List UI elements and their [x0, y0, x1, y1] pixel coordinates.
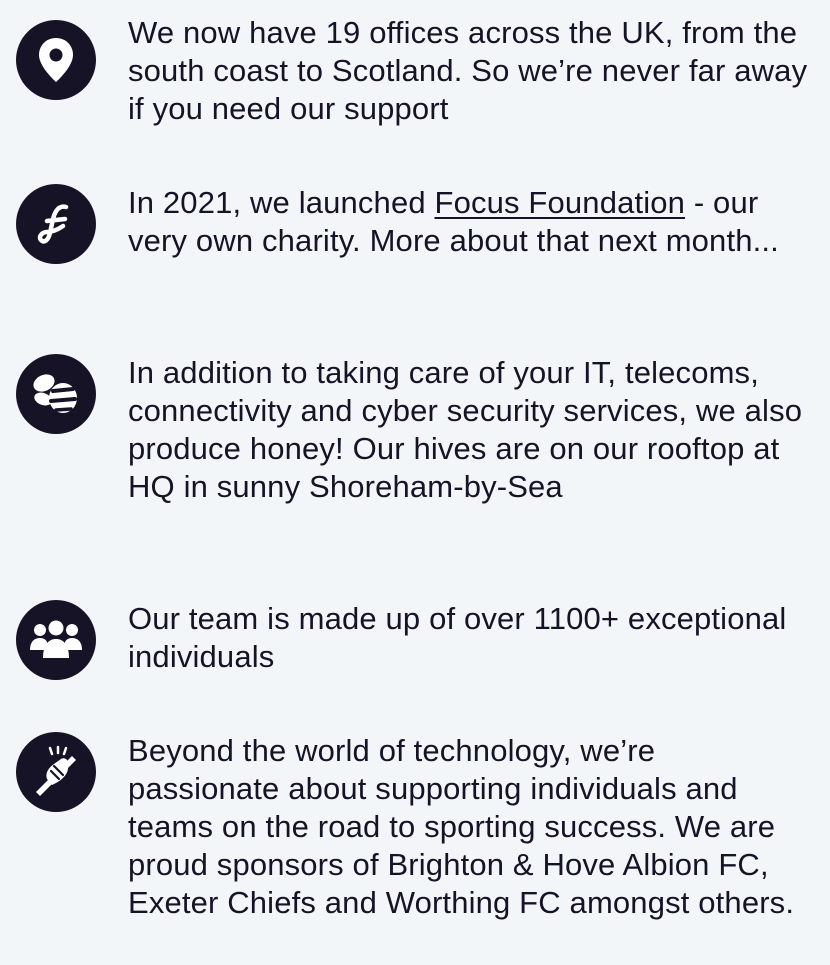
bee-icon: [16, 354, 96, 434]
list-item-text: Beyond the world of technology, we’re pa…: [128, 733, 795, 920]
list-item-text: In 2021, we launched Focus Foundation - …: [128, 184, 808, 260]
focus-foundation-link[interactable]: Focus Foundation: [435, 185, 686, 220]
list-item-text: Our team is made up of over 1100+ except…: [128, 601, 787, 674]
list-item-text: We now have 19 offices across the UK, fr…: [128, 15, 808, 126]
handshake-icon: [16, 732, 96, 812]
list-item-text: In addition to taking care of your IT, t…: [128, 355, 803, 504]
team-people-icon: [16, 600, 96, 680]
text-before-link: In 2021, we launched: [128, 185, 435, 220]
location-pin-icon: [16, 20, 96, 100]
focus-foundation-logo-icon: [16, 184, 96, 264]
